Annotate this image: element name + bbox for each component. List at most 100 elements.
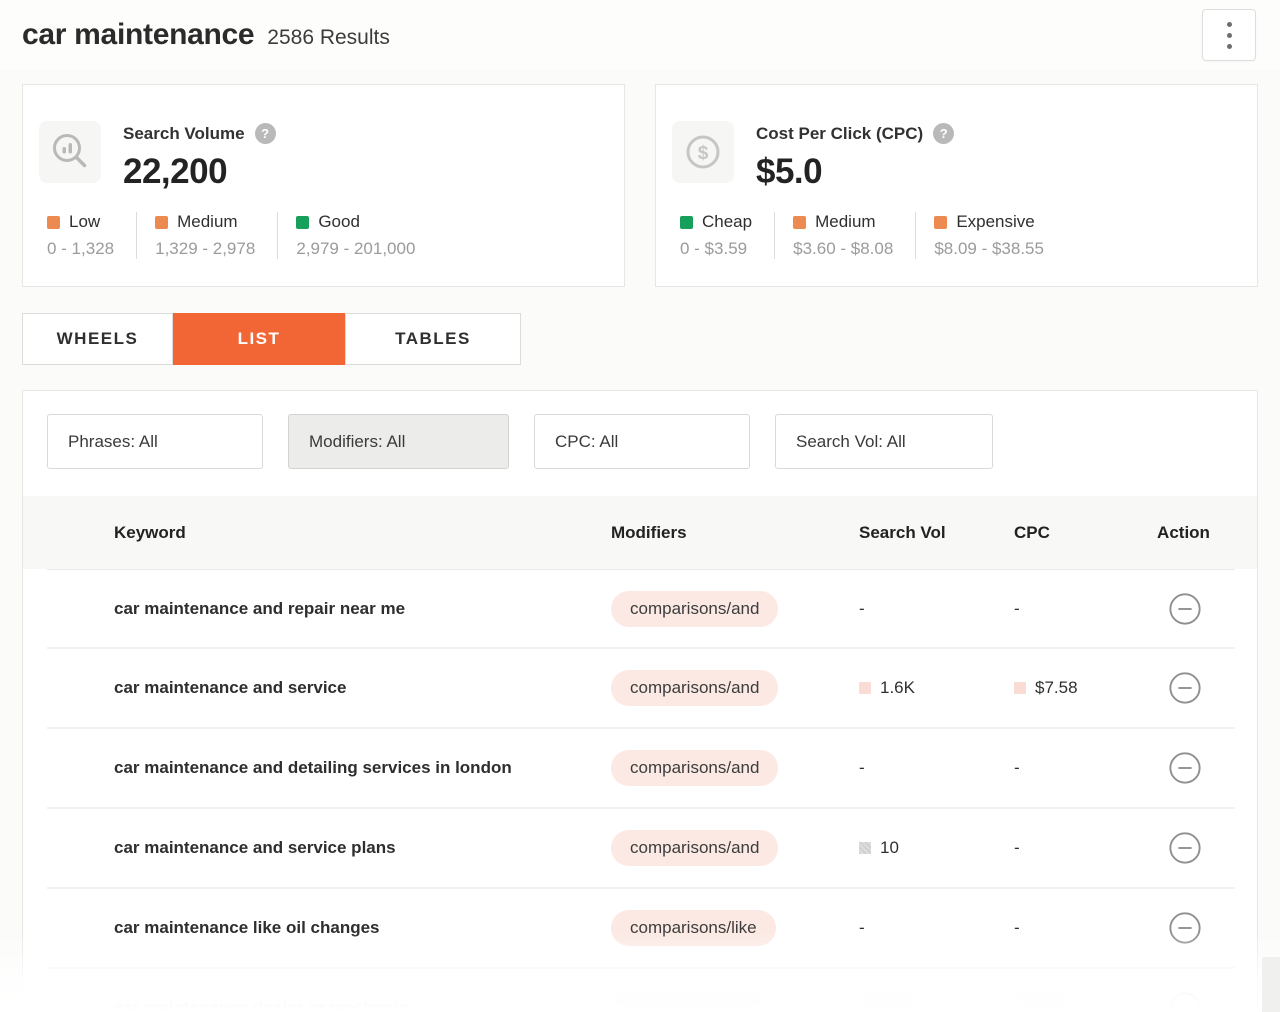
modifier-pill: comparisons/and: [611, 830, 778, 866]
legend-item: Low 0 - 1,328: [47, 212, 137, 259]
action-cell: [1134, 592, 1235, 626]
search-volume-icon: [39, 121, 101, 183]
search-vol-cell: -: [859, 599, 1014, 619]
legend-label: Cheap: [702, 212, 752, 232]
remove-keyword-button[interactable]: [1168, 671, 1202, 705]
filter-bar: Phrases: All Modifiers: All CPC: All Search…: [23, 391, 1257, 469]
minus-circle-icon: [1168, 831, 1202, 865]
search-volume-card: Search Volume ? 22,200 Low 0 - 1,328 Med…: [22, 84, 625, 287]
legend-item: Medium $3.60 - $8.08: [793, 212, 916, 259]
table-row: car maintenance and detailing services i…: [47, 729, 1235, 809]
keywords-table: KeywordModifiersSearch VolCPCAction car …: [23, 496, 1257, 1012]
cpc-cell: -: [1014, 758, 1134, 778]
filter-cpc[interactable]: CPC: All: [534, 414, 750, 469]
column-header-cpc: CPC: [1014, 523, 1134, 543]
dollar-coin-icon: $: [672, 121, 734, 183]
card-label: Cost Per Click (CPC): [756, 124, 923, 144]
page-title: car maintenance: [22, 18, 254, 52]
help-icon[interactable]: ?: [933, 123, 954, 144]
search-vol-cell: 10: [859, 838, 1014, 858]
table-row: car maintenance and service plans compar…: [47, 809, 1235, 889]
kebab-menu-icon: [1227, 22, 1232, 49]
legend-range: $8.09 - $38.55: [934, 239, 1044, 259]
filter-modifiers[interactable]: Modifiers: All: [288, 414, 509, 469]
kebab-menu-button[interactable]: [1202, 9, 1256, 61]
remove-keyword-button[interactable]: [1168, 991, 1202, 1012]
action-cell: [1134, 751, 1235, 785]
table-row: car maintenance and repair near me compa…: [47, 569, 1235, 649]
minus-circle-icon: [1168, 751, 1202, 785]
legend-swatch: [680, 216, 693, 229]
legend-range: 0 - 1,328: [47, 239, 114, 259]
keyword-cell: car maintenance and service plans: [47, 838, 611, 858]
legend-label: Expensive: [956, 212, 1034, 232]
minus-circle-icon: [1168, 592, 1202, 626]
legend-swatch: [296, 216, 309, 229]
cpc-legend: Cheap 0 - $3.59 Medium $3.60 - $8.08 Exp…: [672, 212, 1257, 259]
modifiers-cell: comparisons/and: [611, 670, 859, 706]
action-cell: [1134, 991, 1235, 1012]
tab-tables[interactable]: TABLES: [345, 313, 521, 365]
cpc-cell: $7.58: [1014, 678, 1134, 698]
column-header-keyword: Keyword: [47, 523, 611, 543]
column-header-action: Action: [1134, 523, 1233, 543]
tab-list[interactable]: LIST: [173, 313, 345, 365]
modifiers-cell: comparisons/or: [611, 990, 859, 1012]
legend-label: Medium: [177, 212, 237, 232]
action-cell: [1134, 831, 1235, 865]
card-label: Search Volume: [123, 124, 245, 144]
keyword-cell: car maintenance and service: [47, 678, 611, 698]
column-header-search-vol: Search Vol: [859, 523, 1014, 543]
cpc-cell: -: [1014, 599, 1134, 619]
legend-swatch: [934, 216, 947, 229]
legend-range: 0 - $3.59: [680, 239, 752, 259]
header: car maintenance 2586 Results: [0, 0, 1280, 70]
legend-range: 2,979 - 201,000: [296, 239, 415, 259]
cpc-card: $ Cost Per Click (CPC) ? $5.0 Cheap 0 - …: [655, 84, 1258, 287]
legend-range: $3.60 - $8.08: [793, 239, 893, 259]
help-icon[interactable]: ?: [255, 123, 276, 144]
legend-swatch: [155, 216, 168, 229]
legend-swatch: [793, 216, 806, 229]
legend-range: 1,329 - 2,978: [155, 239, 255, 259]
modifier-pill: comparisons/like: [611, 910, 776, 946]
legend-item: Good 2,979 - 201,000: [296, 212, 437, 259]
remove-keyword-button[interactable]: [1168, 592, 1202, 626]
search-vol-cell: -: [859, 918, 1014, 938]
remove-keyword-button[interactable]: [1168, 911, 1202, 945]
legend-item: Medium 1,329 - 2,978: [155, 212, 278, 259]
legend-label: Good: [318, 212, 360, 232]
legend-item: Cheap 0 - $3.59: [680, 212, 775, 259]
cpc-cell: -: [1014, 838, 1134, 858]
cpc-value: $5.0: [756, 152, 954, 192]
search-volume-legend: Low 0 - 1,328 Medium 1,329 - 2,978 Good …: [39, 212, 624, 259]
modifier-pill: comparisons/and: [611, 591, 778, 627]
scrollbar[interactable]: [1262, 957, 1280, 1012]
keyword-cell: car maintenance and detailing services i…: [47, 758, 611, 778]
search-vol-cell: 1.6K: [859, 678, 1014, 698]
modifiers-cell: comparisons/like: [611, 910, 859, 946]
page: car maintenance 2586 Results: [0, 0, 1280, 1012]
remove-keyword-button[interactable]: [1168, 751, 1202, 785]
action-cell: [1134, 671, 1235, 705]
table-row: car maintenance dealer or mechanic compa…: [47, 969, 1235, 1012]
minus-circle-icon: [1168, 991, 1202, 1012]
table-body: car maintenance and repair near me compa…: [23, 569, 1257, 1012]
minus-circle-icon: [1168, 911, 1202, 945]
filter-search-vol[interactable]: Search Vol: All: [775, 414, 993, 469]
cpc-cell: -: [1014, 918, 1134, 938]
search-volume-value: 22,200: [123, 152, 276, 192]
modifier-pill: comparisons/and: [611, 670, 778, 706]
keyword-cell: car maintenance and repair near me: [47, 599, 611, 619]
modifier-pill: comparisons/or: [611, 990, 765, 1012]
table-row: car maintenance like oil changes compari…: [47, 889, 1235, 969]
stat-cards: Search Volume ? 22,200 Low 0 - 1,328 Med…: [0, 70, 1280, 287]
cpc-cell: [1014, 995, 1134, 1012]
filter-phrases[interactable]: Phrases: All: [47, 414, 263, 469]
keyword-cell: car maintenance dealer or mechanic: [47, 998, 611, 1012]
legend-label: Low: [69, 212, 100, 232]
legend-item: Expensive $8.09 - $38.55: [934, 212, 1066, 259]
tab-wheels[interactable]: WHEELS: [22, 313, 173, 365]
remove-keyword-button[interactable]: [1168, 831, 1202, 865]
minus-circle-icon: [1168, 671, 1202, 705]
